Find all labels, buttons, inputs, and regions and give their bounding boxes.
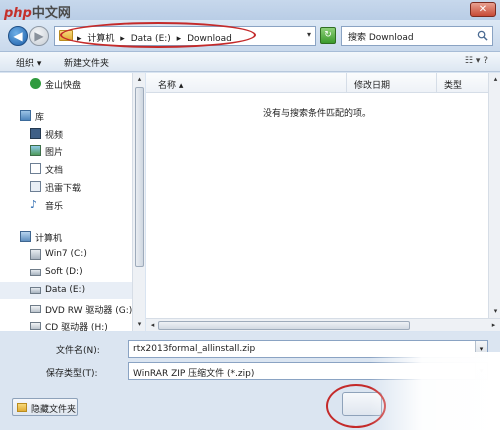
sidebar-item[interactable]: 文档 xyxy=(0,160,132,177)
column-divider[interactable] xyxy=(436,73,437,93)
scroll-up-icon[interactable]: ▴ xyxy=(133,73,146,86)
scroll-up-icon[interactable]: ▴ xyxy=(489,73,500,86)
cd-icon xyxy=(30,322,41,330)
toolbar: 组织 ▾ 新建文件夹 ☷ ▾ ? xyxy=(0,52,500,72)
picture-icon xyxy=(30,145,41,156)
sidebar-item-label: Soft (D:) xyxy=(45,267,83,277)
library-icon xyxy=(20,110,31,121)
thunder-icon xyxy=(30,181,41,192)
refresh-button[interactable]: ↻ xyxy=(320,27,336,44)
address-dropdown-icon[interactable]: ▾ xyxy=(307,30,311,39)
sidebar-item[interactable]: 图片 xyxy=(0,142,132,159)
back-arrow-icon: ◀ xyxy=(13,29,23,43)
scroll-down-icon[interactable]: ▾ xyxy=(489,305,500,318)
sidebar-item-label: 库 xyxy=(35,113,45,123)
sidebar-item[interactable]: DVD RW 驱动器 (G:) xyxy=(0,300,132,317)
sidebar-item[interactable]: 金山快盘 xyxy=(0,75,132,92)
sidebar-item-label: Win7 (C:) xyxy=(45,249,87,259)
sidebar-item-label: Data (E:) xyxy=(45,285,86,295)
column-header: 名称 ▴ 修改日期 类型 xyxy=(146,73,488,93)
sidebar-item-label: 视频 xyxy=(45,131,64,141)
drive-icon xyxy=(30,269,41,276)
sidebar-item[interactable]: Data (E:) xyxy=(0,282,132,299)
file-list: 名称 ▴ 修改日期 类型 没有与搜索条件匹配的项。 ▴ ▾ ◂ ▸ xyxy=(146,73,500,331)
file-list-scrollbar[interactable]: ▴ ▾ xyxy=(488,73,500,318)
hide-folders-button[interactable]: 隐藏文件夹 xyxy=(12,398,78,416)
filetype-label: 保存类型(T): xyxy=(46,369,98,379)
filename-value: rtx2013formal_allinstall.zip xyxy=(133,344,256,354)
sidebar-item[interactable]: Win7 (C:) xyxy=(0,246,132,263)
view-options-button[interactable]: ☷ ▾ ? xyxy=(465,56,488,66)
navigation-pane: 金山快盘库视频图片文档迅雷下载 ♪ 音乐计算机 Win7 (C:) Soft (D:) D… xyxy=(0,73,145,333)
sidebar-item[interactable]: 计算机 xyxy=(0,228,132,245)
sidebar-item[interactable]: ♪ 音乐 xyxy=(0,196,132,213)
column-modified-date[interactable]: 修改日期 xyxy=(354,78,390,91)
horizontal-scroll-thumb[interactable] xyxy=(158,321,410,330)
scroll-down-icon[interactable]: ▾ xyxy=(133,318,146,331)
horizontal-scrollbar[interactable]: ◂ ▸ xyxy=(146,318,500,331)
watermark-logo: php中文网 xyxy=(4,2,71,21)
nav-scrollbar[interactable]: ▴ ▾ xyxy=(132,73,145,331)
forward-button[interactable]: ▶ xyxy=(29,26,49,46)
hide-folders-label: 隐藏文件夹 xyxy=(31,405,77,415)
close-button[interactable]: ✕ xyxy=(470,2,496,17)
sidebar-item-label: 计算机 xyxy=(35,234,63,244)
dvd-icon xyxy=(30,305,41,313)
sidebar-item-label: 文档 xyxy=(45,166,64,176)
kuaipan-icon xyxy=(30,78,41,89)
sidebar-item-label: 金山快盘 xyxy=(45,81,82,91)
back-button[interactable]: ◀ xyxy=(8,26,28,46)
drive-system-icon xyxy=(30,249,41,260)
sidebar-item-label: 迅雷下载 xyxy=(45,184,82,194)
music-icon: ♪ xyxy=(30,198,38,211)
folder-icon xyxy=(17,403,27,412)
drive-icon xyxy=(30,287,41,294)
sidebar-item-label: 音乐 xyxy=(45,202,64,212)
column-name[interactable]: 名称 ▴ xyxy=(158,78,183,91)
search-input[interactable]: 搜索 Download xyxy=(341,26,493,46)
organize-button[interactable]: 组织 ▾ xyxy=(16,56,41,69)
faded-overlay xyxy=(370,352,500,430)
sidebar-item[interactable]: 视频 xyxy=(0,125,132,142)
watermark-text: 中文网 xyxy=(31,6,71,21)
empty-message: 没有与搜索条件匹配的项。 xyxy=(262,109,371,119)
new-folder-button[interactable]: 新建文件夹 xyxy=(64,56,109,69)
forward-arrow-icon: ▶ xyxy=(34,29,44,43)
title-bar: php中文网 ✕ xyxy=(0,0,500,21)
refresh-icon: ↻ xyxy=(324,30,332,40)
sidebar-item[interactable]: Soft (D:) xyxy=(0,264,132,281)
computer-icon xyxy=(20,231,31,242)
column-divider[interactable] xyxy=(346,73,347,93)
filename-label: 文件名(N): xyxy=(56,346,100,356)
video-icon xyxy=(30,128,41,139)
search-icon xyxy=(477,30,488,41)
nav-scroll-thumb[interactable] xyxy=(135,87,144,267)
filetype-value: WinRAR ZIP 压缩文件 (*.zip) xyxy=(133,369,255,379)
sidebar-item-label: 图片 xyxy=(45,148,64,158)
scroll-right-icon[interactable]: ▸ xyxy=(487,319,500,332)
watermark-logo-php: php xyxy=(4,6,32,21)
search-placeholder: 搜索 Download xyxy=(348,33,414,43)
sidebar-item[interactable]: 库 xyxy=(0,107,132,124)
column-type[interactable]: 类型 xyxy=(444,78,462,91)
close-icon: ✕ xyxy=(478,4,488,15)
sidebar-item[interactable]: 迅雷下载 xyxy=(0,178,132,195)
highlight-annotation xyxy=(60,22,256,48)
document-icon xyxy=(30,163,41,174)
sidebar-item-label: DVD RW 驱动器 (G:) xyxy=(45,306,133,316)
save-dialog: php中文网 ✕ ◀ ▶ ▸ 计算机 ▸ Data (E:) ▸ Downloa… xyxy=(0,0,500,430)
